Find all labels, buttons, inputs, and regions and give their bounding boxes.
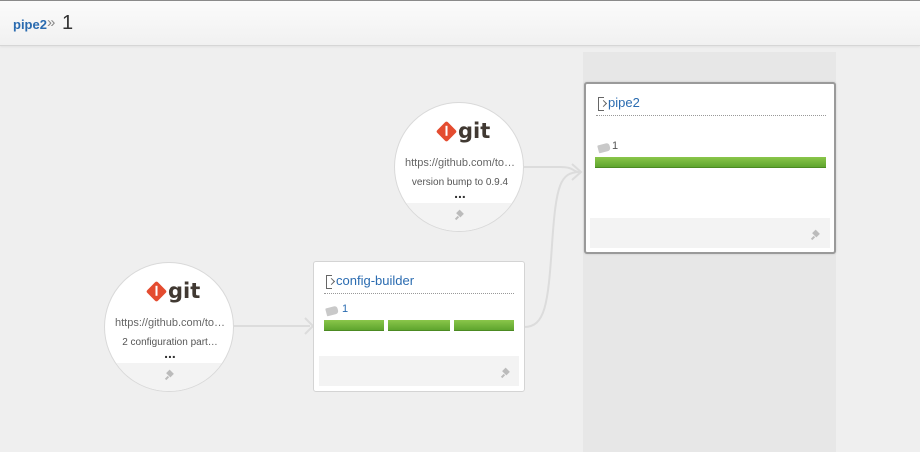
pipeline-counter: 1 xyxy=(612,140,619,152)
pipeline-icon xyxy=(598,97,604,111)
pin-icon[interactable] xyxy=(812,231,820,239)
git-logo-icon: git xyxy=(145,279,200,305)
pipeline-footer xyxy=(590,218,830,248)
edge-config-builder-to-pipe2 xyxy=(523,171,581,328)
pipeline-footer xyxy=(319,356,519,386)
pipeline-title: pipe2 xyxy=(596,94,826,116)
git-logo-icon: git xyxy=(435,119,490,145)
pipeline-counter-link[interactable]: 1 xyxy=(342,303,348,315)
stage-bar[interactable] xyxy=(595,157,826,168)
pin-icon[interactable] xyxy=(456,211,464,219)
material-url: https://github.com/to… xyxy=(404,157,516,169)
pipeline-icon xyxy=(326,275,332,289)
stage-bar[interactable] xyxy=(454,320,514,331)
edge-material1-to-pipe2 xyxy=(524,166,581,173)
pipeline-node-config-builder: config-builder 1 xyxy=(313,261,525,392)
material-url: https://github.com/to… xyxy=(114,317,226,329)
stage-bar[interactable] xyxy=(388,320,450,331)
material-footer xyxy=(105,363,233,391)
pin-icon[interactable] xyxy=(502,369,510,377)
material-node[interactable]: git https://github.com/to… version bump … xyxy=(394,102,524,232)
stage-bar[interactable] xyxy=(324,320,384,331)
tag-icon xyxy=(325,305,339,317)
pin-icon[interactable] xyxy=(166,371,174,379)
material-more[interactable]: ... xyxy=(105,345,233,361)
material-footer xyxy=(395,203,523,231)
pipeline-name-link[interactable]: config-builder xyxy=(336,273,414,288)
material-node[interactable]: git https://github.com/to… 2 configurati… xyxy=(104,262,234,392)
tag-icon xyxy=(597,142,611,154)
pipeline-node-pipe2: pipe2 1 xyxy=(584,82,836,254)
pipeline-name-link[interactable]: pipe2 xyxy=(608,95,640,110)
material-more[interactable]: ... xyxy=(395,185,523,201)
pipeline-title: config-builder xyxy=(324,272,514,294)
